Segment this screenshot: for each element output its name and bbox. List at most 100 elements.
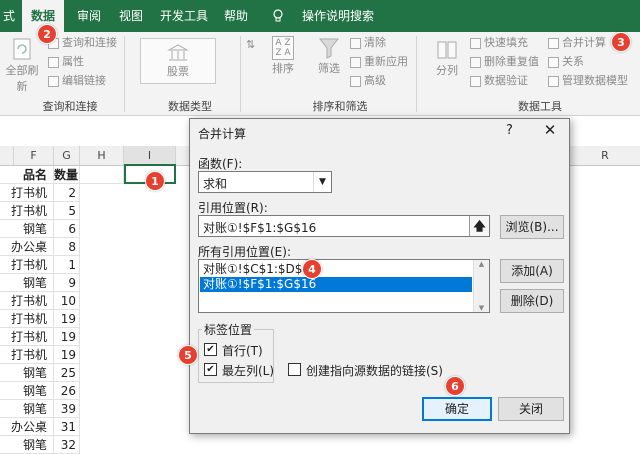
stocks-datatype-button[interactable]: 股票 xyxy=(140,38,216,84)
manage-data-model-button[interactable]: 管理数据模型 xyxy=(548,72,628,90)
sort-label: 排序 xyxy=(272,62,294,75)
close-button[interactable]: 关闭 xyxy=(498,397,564,421)
filter-label: 筛选 xyxy=(318,62,340,75)
scroll-up-icon[interactable]: ▲ xyxy=(474,260,489,268)
table-row-name[interactable]: 钢笔 xyxy=(0,400,54,418)
properties-button[interactable]: 属性 xyxy=(48,53,84,71)
relationships-label: 关系 xyxy=(562,55,584,68)
top-row-checkbox[interactable]: ✔ xyxy=(204,343,217,356)
table-row-name[interactable]: 打书机 xyxy=(0,256,54,274)
ok-button[interactable]: 确定 xyxy=(422,397,492,421)
lightbulb-icon xyxy=(273,9,283,22)
table-row-name[interactable]: 打书机 xyxy=(0,346,54,364)
table-row-qty[interactable]: 19 xyxy=(54,346,80,364)
relationships-button[interactable]: 关系 xyxy=(548,53,584,71)
table-row-qty[interactable]: 32 xyxy=(54,436,80,454)
table-row-name[interactable]: 钢笔 xyxy=(0,382,54,400)
reference-input-value: 对账①!$F$1:$G$16 xyxy=(203,221,317,235)
table-row-name[interactable]: 打书机 xyxy=(0,292,54,310)
table-row-name[interactable]: 钢笔 xyxy=(0,220,54,238)
list-scrollbar[interactable]: ▲ ▼ xyxy=(473,260,489,312)
table-row-qty[interactable]: 1 xyxy=(54,256,80,274)
bank-icon xyxy=(167,44,189,61)
tab-help[interactable]: 帮助 xyxy=(218,0,254,32)
refresh-all-button[interactable]: 全部刷新 xyxy=(2,36,42,94)
ribbon-separator xyxy=(416,36,417,112)
remove-duplicates-button[interactable]: 删除重复值 xyxy=(470,53,539,71)
browse-button[interactable]: 浏览(B)... xyxy=(500,215,564,239)
label-position-title: 标签位置 xyxy=(202,321,255,338)
table-row-qty[interactable]: 25 xyxy=(54,364,80,382)
step-badge: 5 xyxy=(178,345,198,365)
tab-developer[interactable]: 开发工具 xyxy=(156,0,212,32)
cell-f1[interactable]: 品名 xyxy=(0,166,54,184)
table-row-qty[interactable]: 5 xyxy=(54,202,80,220)
table-row-name[interactable]: 办公桌 xyxy=(0,418,54,436)
table-row-qty[interactable]: 39 xyxy=(54,400,80,418)
reapply-label: 重新应用 xyxy=(364,55,408,68)
edit-links-label: 编辑链接 xyxy=(62,74,106,87)
step-badge: 1 xyxy=(145,171,165,191)
table-row-qty[interactable]: 31 xyxy=(54,418,80,436)
ribbon-data: 全部刷新 查询和连接 属性 编辑链接 查询和连接 股票 数据类型 ⇅ A Z Z… xyxy=(0,32,640,116)
clear-icon xyxy=(350,37,361,49)
create-links-checkbox[interactable] xyxy=(288,363,301,376)
chevron-down-icon[interactable]: ▼ xyxy=(313,172,331,192)
tab-review[interactable]: 审阅 xyxy=(70,0,108,32)
table-row-name[interactable]: 打书机 xyxy=(0,184,54,202)
reapply-button[interactable]: 重新应用 xyxy=(350,53,408,71)
table-row-name[interactable]: 钢笔 xyxy=(0,364,54,382)
data-validation-icon xyxy=(470,75,481,87)
table-row-qty[interactable]: 19 xyxy=(54,328,80,346)
properties-label: 属性 xyxy=(62,55,84,68)
tab-view[interactable]: 视图 xyxy=(112,0,150,32)
left-column-checkbox[interactable]: ✔ xyxy=(204,363,217,376)
all-references-list[interactable]: 对账①!$C$1:$D$16 对账①!$F$1:$G$16 ▲ ▼ xyxy=(198,259,490,313)
data-validation-label: 数据验证 xyxy=(484,74,528,87)
table-row-name[interactable]: 钢笔 xyxy=(0,274,54,292)
filter-button[interactable]: 筛选 xyxy=(314,36,344,76)
ribbon-tab-bar: 式 数据 审阅 视图 开发工具 帮助 操作说明搜索 xyxy=(0,0,640,32)
table-row-name[interactable]: 打书机 xyxy=(0,310,54,328)
table-row-name[interactable]: 打书机 xyxy=(0,202,54,220)
tab-formulas-partial[interactable]: 式 xyxy=(0,0,18,32)
table-row-qty[interactable]: 6 xyxy=(54,220,80,238)
help-icon[interactable]: ? xyxy=(506,123,513,138)
data-validation-button[interactable]: 数据验证 xyxy=(470,72,528,90)
function-select[interactable]: 求和 ▼ xyxy=(198,171,332,193)
table-row-qty[interactable]: 8 xyxy=(54,238,80,256)
table-row-name[interactable]: 办公桌 xyxy=(0,238,54,256)
sort-button[interactable]: A Z Z A 排序 xyxy=(268,36,298,76)
clear-button[interactable]: 清除 xyxy=(350,34,386,52)
tell-me-search[interactable]: 操作说明搜索 xyxy=(290,0,386,32)
table-row-name[interactable]: 打书机 xyxy=(0,328,54,346)
collapse-dialog-icon[interactable]: 🡅 xyxy=(469,216,489,236)
left-column-label: 最左列(L) xyxy=(222,364,275,378)
reference-input[interactable]: 对账①!$F$1:$G$16 🡅 xyxy=(198,215,490,237)
cell-h1[interactable] xyxy=(80,166,124,184)
add-button[interactable]: 添加(A) xyxy=(500,259,564,283)
close-icon[interactable]: ✕ xyxy=(538,121,562,139)
sort-asc-button[interactable]: ⇅ xyxy=(246,36,255,54)
table-row-qty[interactable]: 2 xyxy=(54,184,80,202)
consolidate-icon xyxy=(548,37,559,49)
edit-links-button[interactable]: 编辑链接 xyxy=(48,72,106,90)
flash-fill-button[interactable]: 快速填充 xyxy=(470,34,528,52)
delete-button[interactable]: 删除(D) xyxy=(500,289,564,313)
table-row-name[interactable]: 钢笔 xyxy=(0,436,54,454)
table-row-qty[interactable]: 26 xyxy=(54,382,80,400)
scroll-down-icon[interactable]: ▼ xyxy=(474,304,489,312)
consolidate-label: 合并计算 xyxy=(562,36,606,49)
ribbon-separator xyxy=(124,36,125,112)
advanced-button[interactable]: 高级 xyxy=(350,72,386,90)
text-to-columns-button[interactable]: 分列 xyxy=(430,38,464,78)
list-item-selected[interactable]: 对账①!$F$1:$G$16 xyxy=(200,277,472,292)
cell-g1[interactable]: 数量2 xyxy=(54,166,80,184)
query-connections-button[interactable]: 查询和连接 xyxy=(48,34,117,52)
list-item[interactable]: 对账①!$C$1:$D$16 xyxy=(200,262,472,277)
ribbon-separator xyxy=(240,36,241,112)
consolidate-button[interactable]: 合并计算 xyxy=(548,34,606,52)
table-row-qty[interactable]: 19 xyxy=(54,310,80,328)
table-row-qty[interactable]: 9 xyxy=(54,274,80,292)
table-row-qty[interactable]: 10 xyxy=(54,292,80,310)
